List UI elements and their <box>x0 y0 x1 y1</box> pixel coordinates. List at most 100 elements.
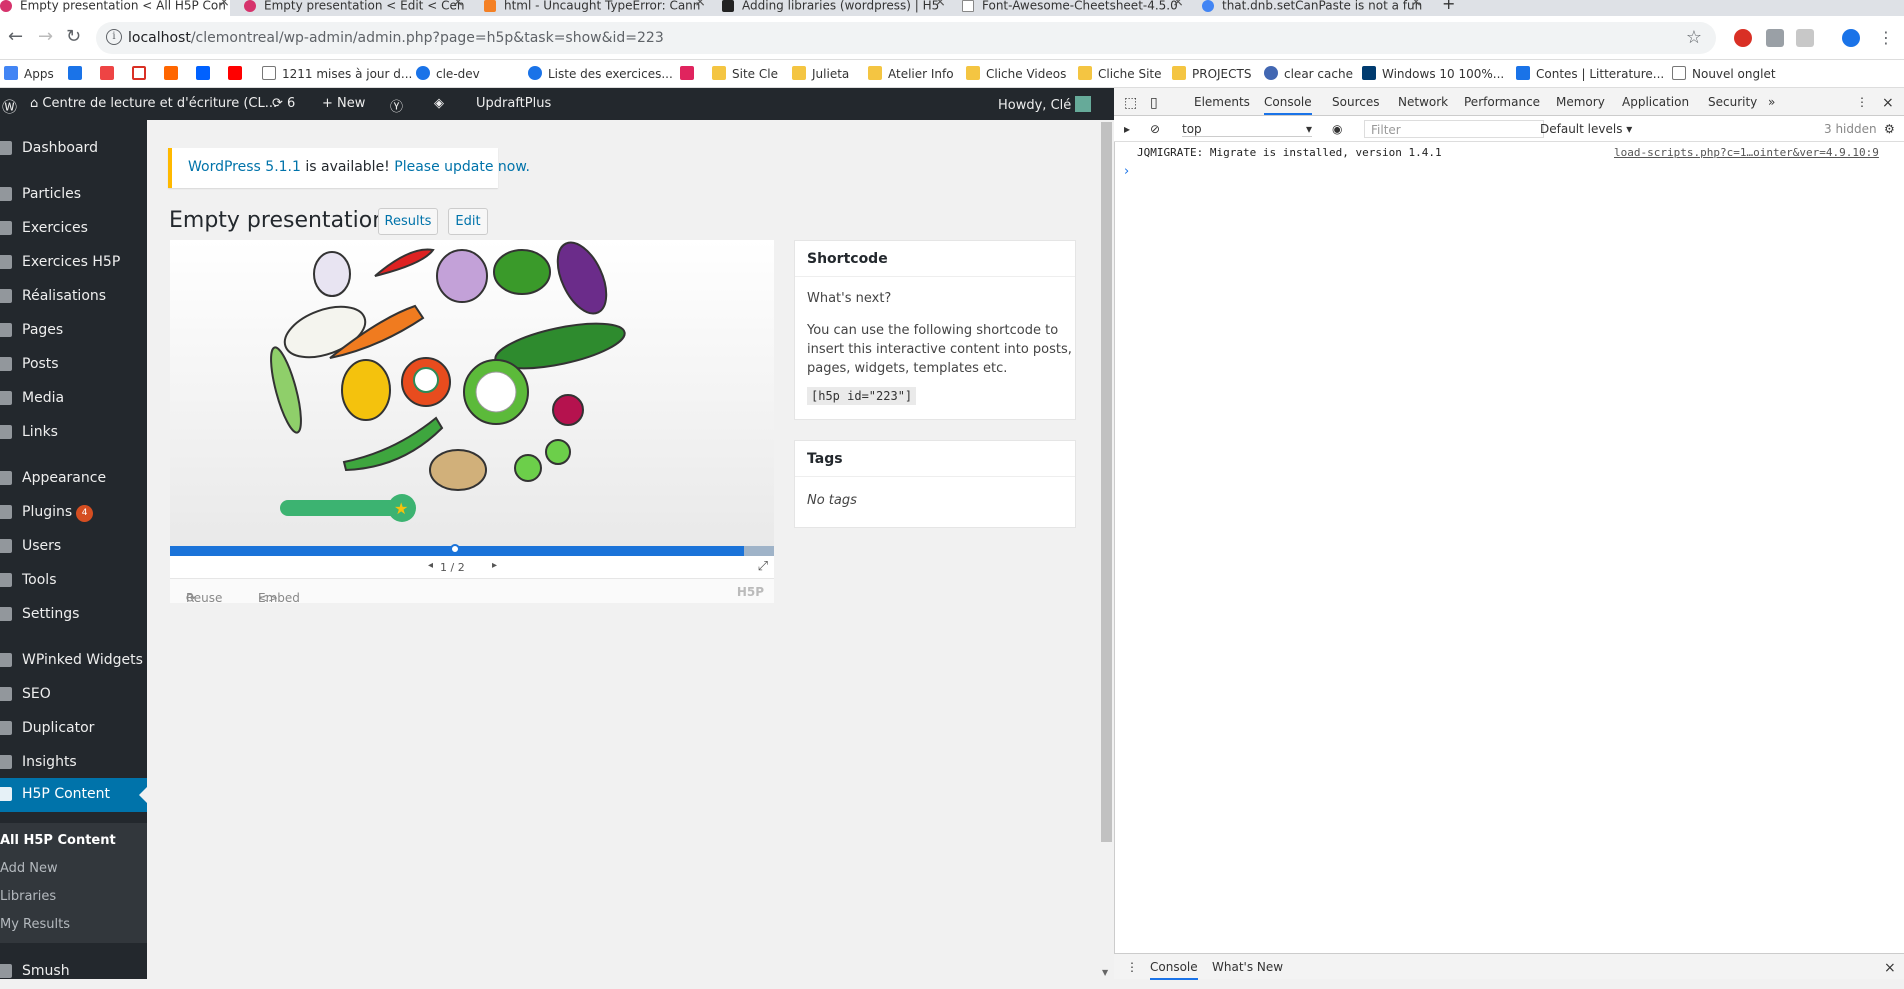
bookmark-apps[interactable]: Apps <box>4 66 54 81</box>
new-tab-button[interactable]: + <box>1442 0 1462 16</box>
omnibox[interactable]: i localhost/clemontreal/wp-admin/admin.p… <box>96 22 1716 54</box>
submenu-my-results[interactable]: My Results <box>0 917 70 932</box>
site-info-icon[interactable]: i <box>106 29 122 45</box>
browser-tab[interactable]: Font-Awesome-Cheetsheet-4.5.0 × <box>962 0 1184 16</box>
submenu-add-new[interactable]: Add New <box>0 861 58 876</box>
drawer-menu-icon[interactable]: ⋮ <box>1126 960 1138 974</box>
results-button[interactable]: Results <box>378 208 438 235</box>
bookmark-projects[interactable]: PROJECTS <box>1172 66 1251 81</box>
sidebar-item-wpinked-widgets[interactable]: WPinked Widgets <box>0 644 147 678</box>
bookmark-cle-dev[interactable]: cle-dev <box>416 66 480 81</box>
sidebar-item-duplicator[interactable]: Duplicator <box>0 712 147 746</box>
tab-performance[interactable]: Performance <box>1464 95 1540 109</box>
tab-network[interactable]: Network <box>1398 95 1448 109</box>
devtools-menu-icon[interactable]: ⋮ <box>1856 95 1868 109</box>
bookmark-star-icon[interactable]: ☆ <box>1686 27 1702 48</box>
wordpress-logo-icon[interactable]: Ⓦ <box>2 96 17 117</box>
bookmark-site-cle[interactable]: Site Cle <box>712 66 778 81</box>
browser-tab[interactable]: html - Uncaught TypeError: Cann × <box>484 0 706 16</box>
edit-button[interactable]: Edit <box>448 208 488 235</box>
console-filter-input[interactable]: Filter <box>1364 120 1544 138</box>
bookmark-cliche-site[interactable]: Cliche Site <box>1078 66 1162 81</box>
bookmark-atelier-info[interactable]: Atelier Info <box>868 66 954 81</box>
close-tab-icon[interactable]: × <box>452 0 464 9</box>
console-log-source-link[interactable]: load-scripts.php?c=1…ointer&ver=4.9.10:9 <box>1614 146 1879 159</box>
close-tab-icon[interactable]: × <box>934 0 946 9</box>
submenu-all-h5p-content[interactable]: All H5P Content <box>0 833 116 848</box>
yoast-icon[interactable]: Ⓨ <box>390 96 403 115</box>
site-name-link[interactable]: ⌂ Centre de lecture et d'écriture (CL... <box>30 96 277 111</box>
camera-extension-icon[interactable] <box>1766 29 1784 47</box>
drawer-tab-console[interactable]: Console <box>1150 960 1198 980</box>
browser-menu-icon[interactable]: ⋮ <box>1878 28 1894 47</box>
bookmark-windows[interactable]: Windows 10 100%... <box>1362 66 1504 81</box>
console-prompt-icon[interactable]: › <box>1124 164 1129 179</box>
forward-icon[interactable]: → <box>38 26 53 47</box>
scrollbar-thumb[interactable] <box>1101 122 1112 842</box>
presentation-slide[interactable]: ★ <box>170 240 774 546</box>
reload-icon[interactable]: ↻ <box>66 26 81 47</box>
adblock-extension-icon[interactable] <box>1734 29 1752 47</box>
submenu-libraries[interactable]: Libraries <box>0 889 56 904</box>
tab-application[interactable]: Application <box>1622 95 1689 109</box>
sidebar-toggle-icon[interactable]: ▸ <box>1124 122 1130 136</box>
bookmark-clear-cache[interactable]: clear cache <box>1264 66 1353 81</box>
extension-icon[interactable] <box>1796 29 1814 47</box>
sidebar-item-posts[interactable]: Posts <box>0 348 147 382</box>
bookmark-nouvel-onglet[interactable]: Nouvel onglet <box>1672 66 1776 81</box>
tab-console[interactable]: Console <box>1264 95 1312 115</box>
sidebar-item-realisations[interactable]: Réalisations <box>0 280 147 314</box>
progress-handle[interactable] <box>450 544 460 554</box>
sidebar-item-appearance[interactable]: Appearance <box>0 462 147 496</box>
diamond-icon[interactable]: ◈ <box>434 96 444 111</box>
bookmark-icon-only[interactable] <box>164 66 184 81</box>
browser-tab[interactable]: Empty presentation < Edit < Centr × <box>244 0 464 16</box>
tab-sources[interactable]: Sources <box>1332 95 1379 109</box>
sidebar-item-seo[interactable]: SEO <box>0 678 147 712</box>
sidebar-item-pages[interactable]: Pages <box>0 314 147 348</box>
bookmark-icon-only[interactable] <box>100 66 120 81</box>
bookmark-julieta[interactable]: Julieta <box>792 66 849 81</box>
h5p-logo[interactable]: H5P <box>737 585 764 599</box>
sidebar-item-exercices[interactable]: Exercices <box>0 212 147 246</box>
sidebar-item-smush[interactable]: Smush <box>0 955 147 989</box>
sidebar-item-dashboard[interactable]: Dashboard <box>0 132 147 166</box>
clear-console-icon[interactable]: ⊘ <box>1150 122 1160 136</box>
bookmark-icon-only[interactable] <box>132 66 152 81</box>
console-settings-gear-icon[interactable]: ⚙ <box>1884 122 1895 136</box>
update-now-link[interactable]: Please update now. <box>394 159 530 175</box>
next-slide-icon[interactable]: ▸ <box>492 560 497 571</box>
tab-security[interactable]: Security <box>1708 95 1757 109</box>
sidebar-item-insights[interactable]: Insights <box>0 746 147 780</box>
browser-tab[interactable]: Adding libraries (wordpress) | H5 × <box>722 0 946 16</box>
bookmark-icon-only[interactable] <box>228 66 248 81</box>
live-expression-eye-icon[interactable]: ◉ <box>1332 122 1342 136</box>
bookmark-icon-only[interactable] <box>680 66 700 81</box>
sidebar-item-exercices-h5p[interactable]: Exercices H5P <box>0 246 147 280</box>
browser-tab[interactable]: that.dnb.setCanPaste is not a fun × <box>1202 0 1422 16</box>
more-tabs-icon[interactable]: » <box>1768 95 1775 109</box>
inspect-icon[interactable]: ⬚ <box>1124 95 1137 111</box>
bookmark-updates[interactable]: 1211 mises à jour d... <box>262 66 412 81</box>
bookmark-cliche-videos[interactable]: Cliche Videos <box>966 66 1066 81</box>
sidebar-item-h5p-content[interactable]: H5P Content <box>0 778 147 812</box>
sidebar-item-users[interactable]: Users <box>0 530 147 564</box>
howdy-account-link[interactable]: Howdy, Clé <box>998 96 1092 113</box>
tab-memory[interactable]: Memory <box>1556 95 1605 109</box>
wordpress-version-link[interactable]: WordPress 5.1.1 <box>188 159 301 175</box>
sidebar-item-media[interactable]: Media <box>0 382 147 416</box>
back-icon[interactable]: ← <box>8 26 23 47</box>
close-devtools-icon[interactable]: × <box>1882 95 1894 111</box>
log-levels-select[interactable]: Default levels ▾ <box>1540 122 1632 136</box>
fullscreen-icon[interactable]: ⤢ <box>758 559 768 574</box>
context-select[interactable]: top ▾ <box>1182 122 1312 137</box>
bookmark-exercices[interactable]: Liste des exercices... <box>528 66 673 81</box>
close-tab-icon[interactable]: × <box>694 0 706 9</box>
tab-elements[interactable]: Elements <box>1194 95 1250 109</box>
bookmark-icon-only[interactable] <box>68 66 88 81</box>
updraftplus-link[interactable]: UpdraftPlus <box>476 96 551 111</box>
page-scrollbar[interactable]: ▼ <box>1099 120 1114 979</box>
device-toolbar-icon[interactable]: ▯ <box>1150 95 1158 111</box>
close-tab-icon[interactable]: × <box>1172 0 1184 9</box>
shortcode-value[interactable]: [h5p id="223"] <box>807 387 917 405</box>
